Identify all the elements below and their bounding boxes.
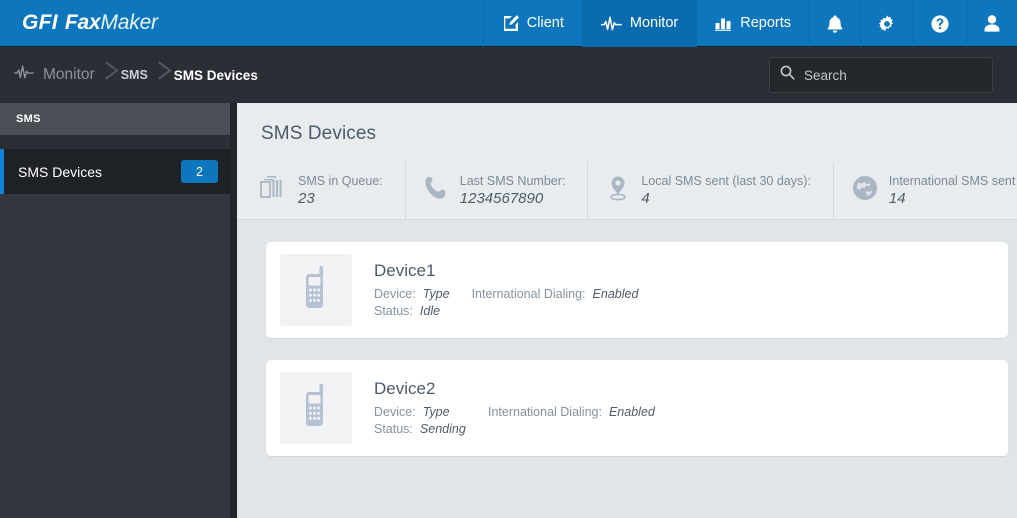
queue-stack-icon xyxy=(259,175,287,206)
app-logo[interactable]: GFI Fax Maker xyxy=(0,0,158,46)
breadcrumb-item-monitor[interactable]: Monitor xyxy=(14,65,95,85)
search-box[interactable] xyxy=(769,57,993,93)
device-status-label: Status: xyxy=(374,303,413,318)
user-icon xyxy=(984,15,1000,32)
device-status-label: Status: xyxy=(374,421,413,436)
international-dialing-label: International Dialing: xyxy=(488,404,602,419)
international-dialing-field: International Dialing: Enabled xyxy=(488,405,655,419)
nav-item-monitor-label: Monitor xyxy=(629,14,679,31)
page-title: SMS Devices xyxy=(261,123,377,144)
stat-sms-in-queue-value: 23 xyxy=(298,190,315,207)
mobile-phone-icon xyxy=(301,383,331,433)
device-type-label: Device: xyxy=(374,286,416,301)
breadcrumb-item-sms[interactable]: SMS xyxy=(121,68,148,82)
logo-fax-text: Fax xyxy=(64,11,101,34)
sidebar-divider xyxy=(0,135,230,149)
international-dialing-label: International Dialing: xyxy=(471,286,586,301)
device-status-field: Status: Sending xyxy=(374,422,466,436)
device-type-value: Type xyxy=(422,286,450,301)
device-thumbnail xyxy=(280,254,352,326)
stat-sms-in-queue: SMS in Queue: 23 xyxy=(257,161,406,220)
device-type-field: Device: Type xyxy=(374,405,466,419)
sidebar-gutter xyxy=(230,103,237,518)
sidebar-item-sms-devices[interactable]: SMS Devices 2 xyxy=(0,149,230,194)
nav-item-monitor[interactable]: Monitor xyxy=(581,0,697,47)
bell-icon xyxy=(827,14,843,33)
nav-item-settings[interactable] xyxy=(860,0,913,47)
logo-gfi-text: GFI xyxy=(22,11,58,34)
device-status-value: Idle xyxy=(419,303,441,318)
device-status-row: Status: Sending xyxy=(374,422,655,436)
breadcrumb-item-sms-devices-label: SMS Devices xyxy=(173,67,258,83)
map-pin-icon xyxy=(606,175,630,207)
international-dialing-value: Enabled xyxy=(608,404,655,419)
sidebar: SMS SMS Devices 2 xyxy=(0,103,230,518)
stat-international-sms-sent-value: 14 xyxy=(888,190,906,207)
stat-last-sms-number-value: 1234567890 xyxy=(459,190,544,207)
nav-item-help[interactable] xyxy=(913,0,966,47)
top-navigation-bar: GFI Fax Maker Client Monitor Reports xyxy=(0,0,1017,47)
sidebar-item-sms-devices-label: SMS Devices xyxy=(18,163,103,180)
device-card[interactable]: Device2 Device: Type International Diali… xyxy=(266,360,1008,456)
phone-handset-icon xyxy=(424,175,449,206)
breadcrumb-item-monitor-label: Monitor xyxy=(43,66,95,83)
statistics-bar: SMS in Queue: 23 Last SMS Number: 123456… xyxy=(237,161,1017,220)
international-dialing-value: Enabled xyxy=(592,286,639,301)
globe-icon xyxy=(852,175,878,206)
stat-last-sms-number-label: Last SMS Number: xyxy=(459,174,566,188)
device-thumbnail xyxy=(280,372,352,444)
pulse-icon xyxy=(600,15,622,32)
gear-icon xyxy=(878,14,896,33)
device-detail-row: Device: Type International Dialing: Enab… xyxy=(374,405,655,419)
device-card[interactable]: Device1 Device: Type International Diali… xyxy=(266,242,1008,338)
breadcrumb-item-sms-label: SMS xyxy=(120,68,148,82)
pulse-icon xyxy=(14,65,34,85)
help-circle-icon xyxy=(931,14,949,33)
device-type-field: Device: Type xyxy=(374,287,450,301)
stat-local-sms-sent-value: 4 xyxy=(641,190,650,207)
nav-item-reports-label: Reports xyxy=(740,14,791,31)
logo-maker-text: Maker xyxy=(100,11,159,34)
nav-item-reports[interactable]: Reports xyxy=(696,0,809,47)
stat-local-sms-sent-label: Local SMS sent (last 30 days): xyxy=(641,174,811,188)
breadcrumb: Monitor SMS SMS Devices xyxy=(0,47,258,103)
international-dialing-field: International Dialing: Enabled xyxy=(472,287,639,301)
breadcrumb-bar: Monitor SMS SMS Devices xyxy=(0,47,1017,103)
stat-local-sms-sent: Local SMS sent (last 30 days): 4 xyxy=(588,161,834,220)
device-type-value: Type xyxy=(422,404,450,419)
compose-document-icon xyxy=(502,15,519,32)
search-input[interactable] xyxy=(804,67,982,83)
device-list: Device1 Device: Type International Diali… xyxy=(237,220,1017,518)
device-info: Device2 Device: Type International Diali… xyxy=(374,379,655,438)
main-content: SMS Devices SMS in Queue: 23 Last SMS Nu… xyxy=(237,103,1017,518)
nav-item-notifications[interactable] xyxy=(809,0,860,47)
device-status-value: Sending xyxy=(419,421,466,436)
chevron-right-icon xyxy=(95,47,121,103)
chevron-right-icon xyxy=(148,47,174,103)
stat-international-sms-sent: International SMS sent (last 30 days): 1… xyxy=(834,162,1017,220)
device-name: Device1 xyxy=(374,260,436,280)
device-name: Device2 xyxy=(374,378,436,398)
breadcrumb-item-sms-devices[interactable]: SMS Devices xyxy=(174,68,258,83)
bar-chart-icon xyxy=(715,16,732,31)
device-status-field: Status: Idle xyxy=(374,304,440,318)
nav-item-user-account[interactable] xyxy=(966,0,1017,47)
device-info: Device1 Device: Type International Diali… xyxy=(374,261,638,320)
nav-item-client-label: Client xyxy=(526,14,564,31)
app-window: GFI Fax Maker Client Monitor Reports Mon… xyxy=(0,0,1017,518)
stat-sms-in-queue-label: SMS in Queue: xyxy=(298,174,383,188)
sidebar-section-title: SMS xyxy=(0,103,230,135)
device-detail-row: Device: Type International Dialing: Enab… xyxy=(374,287,638,301)
mobile-phone-icon xyxy=(301,265,331,315)
search-icon xyxy=(780,65,795,85)
device-type-label: Device: xyxy=(374,404,416,419)
nav-item-client[interactable]: Client xyxy=(482,0,582,47)
device-status-row: Status: Idle xyxy=(374,304,638,318)
stat-last-sms-number: Last SMS Number: 1234567890 xyxy=(406,161,589,220)
stat-international-sms-sent-label: International SMS sent (last 30 days): xyxy=(888,174,1017,188)
sidebar-item-sms-devices-badge: 2 xyxy=(181,160,218,183)
